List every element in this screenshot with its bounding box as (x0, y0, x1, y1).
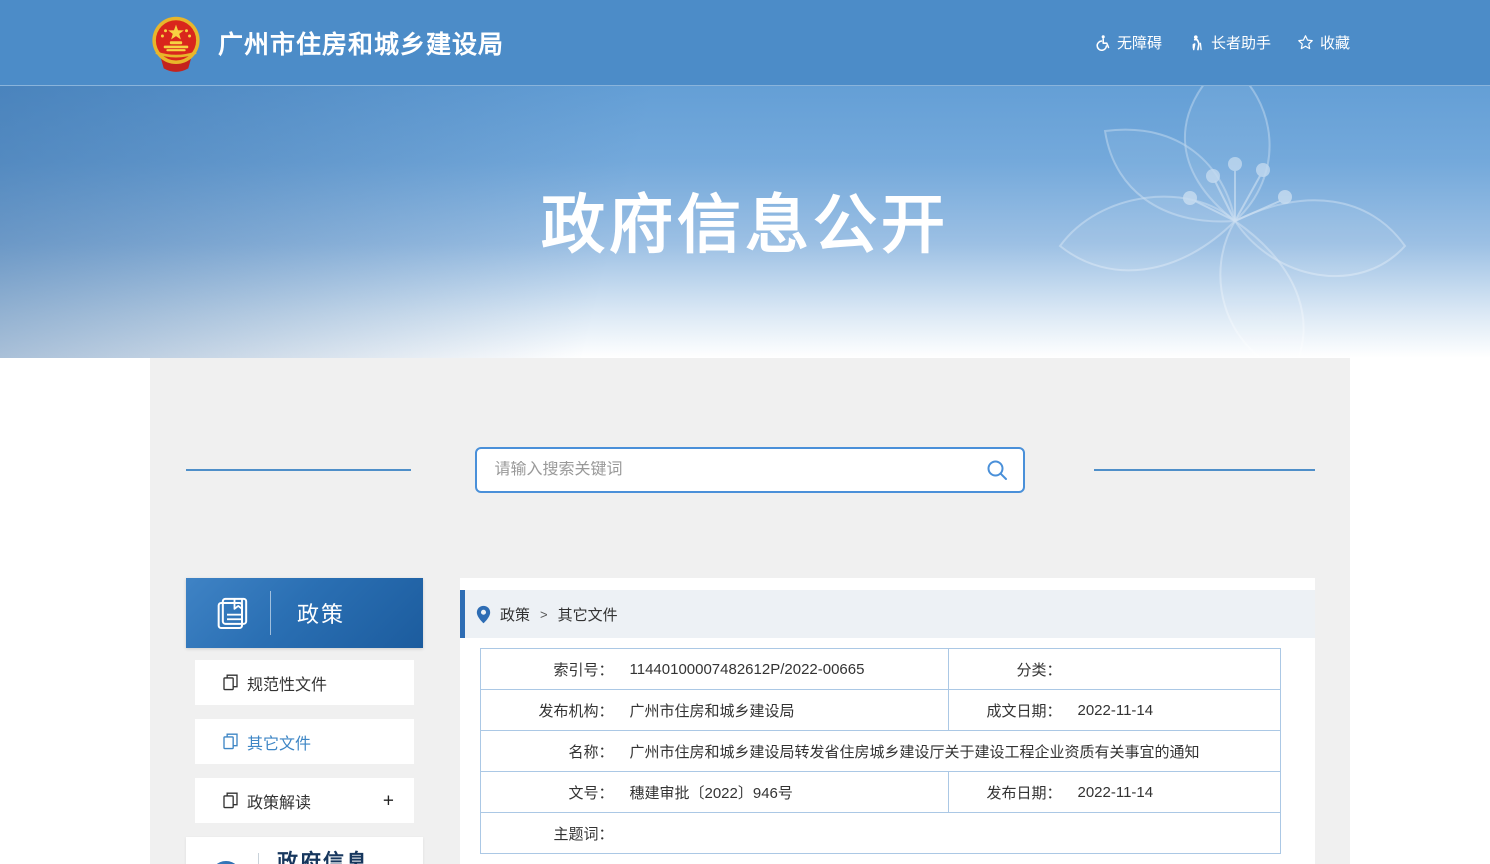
expand-plus-icon[interactable]: + (383, 791, 394, 810)
header-divider (258, 853, 259, 864)
location-pin-icon (476, 605, 491, 624)
header-divider (270, 591, 271, 635)
left-decorative-line (186, 469, 411, 471)
field-value: 2022-11-14 (1064, 772, 1281, 813)
elder-assistant-label: 长者助手 (1211, 32, 1271, 53)
favorite-label: 收藏 (1320, 32, 1350, 53)
site-title: 广州市住房和城乡建设局 (218, 25, 504, 61)
sidebar-section-policy-label: 政策 (297, 597, 345, 629)
search-input[interactable] (477, 461, 985, 479)
page-title: 政府信息公开 (0, 86, 1490, 266)
favorite-link[interactable]: 收藏 (1297, 32, 1350, 53)
field-label: 分类： (949, 649, 1064, 690)
field-value: 2022-11-14 (1064, 690, 1281, 731)
banner: 政府信息公开 (0, 86, 1490, 358)
table-row-keywords: 主题词： (481, 813, 1281, 854)
accessibility-link[interactable]: 无障碍 (1094, 32, 1162, 53)
content-row: 政策 规范性文件 其它文 (150, 578, 1350, 864)
content-panel: 政策 规范性文件 其它文 (150, 358, 1350, 864)
national-emblem-logo (148, 14, 204, 72)
sidebar-section-govinfo[interactable]: 政府信息公开 (186, 837, 423, 864)
document-detail-table: 索引号： 11440100007482612P/2022-00665 分类： 发… (480, 648, 1281, 854)
table-row-title: 名称： 广州市住房和城乡建设局转发省住房城乡建设厅关于建设工程企业资质有关事宜的… (481, 731, 1281, 772)
sidebar-item-label: 政策解读 (247, 789, 311, 813)
sidebar-item-policy-interpretation[interactable]: 政策解读 + (195, 778, 414, 823)
table-row-agency: 发布机构： 广州市住房和城乡建设局 成文日期： 2022-11-14 (481, 690, 1281, 731)
sidebar-item-normative-files[interactable]: 规范性文件 (195, 660, 414, 705)
page-root: 广州市住房和城乡建设局 无障碍 长者助手 (0, 0, 1490, 864)
field-label: 名称： (481, 731, 616, 772)
field-label: 成文日期： (949, 690, 1064, 731)
table-row-docnumber: 文号： 穗建审批〔2022〕946号 发布日期： 2022-11-14 (481, 772, 1281, 813)
field-label: 索引号： (481, 649, 616, 690)
field-value: 广州市住房和城乡建设局 (616, 690, 949, 731)
field-label: 发布机构： (481, 690, 616, 731)
breadcrumb-other-files[interactable]: 其它文件 (558, 604, 618, 625)
sidebar-items: 规范性文件 其它文件 政策解读 (186, 648, 423, 823)
site-header: 广州市住房和城乡建设局 无障碍 长者助手 (0, 0, 1490, 86)
topbar-utilities: 无障碍 长者助手 收藏 (1094, 32, 1350, 53)
sidebar-section-policy[interactable]: 政策 (186, 578, 423, 648)
field-label: 发布日期： (949, 772, 1064, 813)
sidebar: 政策 规范性文件 其它文 (186, 578, 423, 864)
main-content: 政策 > 其它文件 索引号： 11440100007482612P/2022-0… (460, 578, 1315, 864)
field-value: 广州市住房和城乡建设局转发省住房城乡建设厅关于建设工程企业资质有关事宜的通知 (616, 731, 1281, 772)
document-icon (223, 733, 238, 750)
sidebar-item-other-files[interactable]: 其它文件 (195, 719, 414, 764)
star-icon (1297, 34, 1314, 51)
right-decorative-line (1094, 469, 1315, 471)
field-value (616, 813, 1281, 854)
document-icon (223, 792, 238, 809)
sidebar-section-govinfo-label: 政府信息公开 (277, 849, 377, 864)
field-value: 11440100007482612P/2022-00665 (616, 649, 949, 690)
search-icon (985, 458, 1009, 482)
table-row-index: 索引号： 11440100007482612P/2022-00665 分类： (481, 649, 1281, 690)
document-icon (223, 674, 238, 691)
search-button[interactable] (985, 458, 1023, 482)
breadcrumb-policy[interactable]: 政策 (500, 604, 530, 625)
field-label: 文号： (481, 772, 616, 813)
field-value (1064, 649, 1281, 690)
site-brand[interactable]: 广州市住房和城乡建设局 (148, 14, 504, 72)
book-icon (212, 593, 252, 633)
sidebar-item-label: 规范性文件 (247, 671, 327, 695)
accessibility-icon (1094, 34, 1111, 51)
sidebar-item-label: 其它文件 (247, 730, 311, 754)
breadcrumb-separator: > (540, 607, 548, 622)
field-value: 穗建审批〔2022〕946号 (616, 772, 949, 813)
search-row (150, 447, 1350, 493)
breadcrumb: 政策 > 其它文件 (460, 590, 1315, 638)
elder-assistant-icon (1188, 34, 1205, 51)
accessibility-label: 无障碍 (1117, 32, 1162, 53)
elder-assistant-link[interactable]: 长者助手 (1188, 32, 1271, 53)
field-label: 主题词： (481, 813, 616, 854)
search-box (475, 447, 1025, 493)
